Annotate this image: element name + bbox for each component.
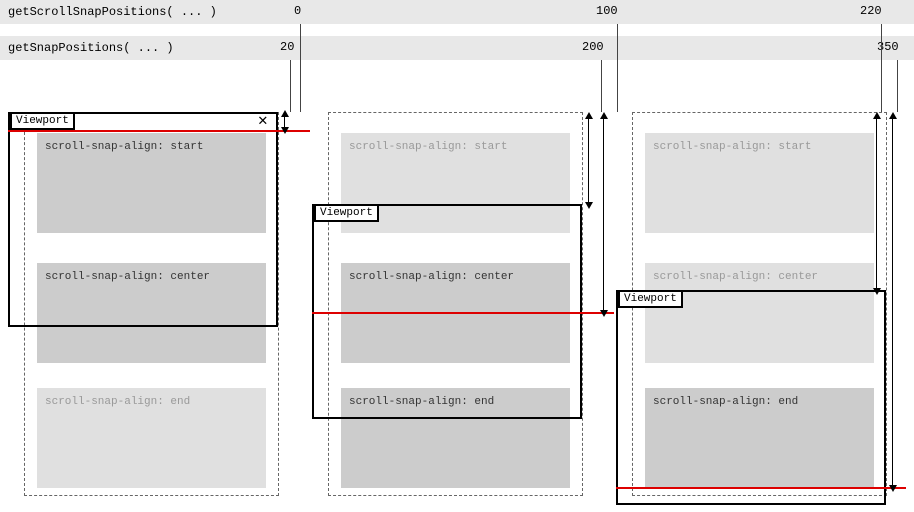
diagram-area: scroll-snap-align: start scroll-snap-ali… — [8, 112, 906, 502]
offset-arrow-2a — [588, 117, 589, 204]
offset-arrow-3a — [876, 117, 877, 290]
snap-box-center: scroll-snap-align: center — [645, 263, 874, 363]
api-label-1: getScrollSnapPositions( ... ) — [8, 5, 217, 19]
snap-line-2 — [312, 312, 614, 314]
scroll-container-1: scroll-snap-align: start scroll-snap-ali… — [24, 112, 279, 496]
offset-arrow-2b — [603, 117, 604, 312]
scroll-container-2: scroll-snap-align: start scroll-snap-ali… — [328, 112, 583, 496]
leader-line — [290, 60, 291, 112]
scroll-container-3: scroll-snap-align: start scroll-snap-ali… — [632, 112, 887, 496]
header-row-snap: getSnapPositions( ... ) 20 200 350 — [0, 36, 914, 60]
api-label-2: getSnapPositions( ... ) — [8, 41, 174, 55]
snap-box-start: scroll-snap-align: start — [341, 133, 570, 233]
hval-200: 200 — [582, 40, 604, 54]
offset-arrow-1b — [284, 115, 285, 129]
leader-line — [617, 24, 618, 112]
box-label: scroll-snap-align: center — [653, 271, 818, 283]
box-label: scroll-snap-align: end — [653, 396, 798, 408]
box-label: scroll-snap-align: end — [349, 396, 494, 408]
box-label: scroll-snap-align: start — [45, 141, 203, 153]
snap-line-1 — [8, 130, 310, 132]
box-label: scroll-snap-align: center — [45, 271, 210, 283]
hval-100: 100 — [596, 4, 618, 18]
snap-line-3 — [616, 487, 906, 489]
box-label: scroll-snap-align: start — [653, 141, 811, 153]
snap-box-end: scroll-snap-align: end — [645, 388, 874, 488]
header-row-scroll-snap: getScrollSnapPositions( ... ) 0 100 220 — [0, 0, 914, 24]
box-label: scroll-snap-align: start — [349, 141, 507, 153]
leader-line — [300, 24, 301, 112]
leader-line — [897, 60, 898, 112]
hval-220: 220 — [860, 4, 882, 18]
offset-arrow-3b — [892, 117, 893, 487]
leader-line — [881, 24, 882, 112]
hval-0: 0 — [294, 4, 301, 18]
snap-box-end: scroll-snap-align: end — [37, 388, 266, 488]
leader-line — [601, 60, 602, 112]
x-mark-icon: ✕ — [258, 110, 268, 130]
box-label: scroll-snap-align: end — [45, 396, 190, 408]
snap-box-center: scroll-snap-align: center — [37, 263, 266, 363]
snap-box-end: scroll-snap-align: end — [341, 388, 570, 488]
box-label: scroll-snap-align: center — [349, 271, 514, 283]
snap-box-start: scroll-snap-align: start — [37, 133, 266, 233]
snap-box-start: scroll-snap-align: start — [645, 133, 874, 233]
hval-20: 20 — [280, 40, 294, 54]
